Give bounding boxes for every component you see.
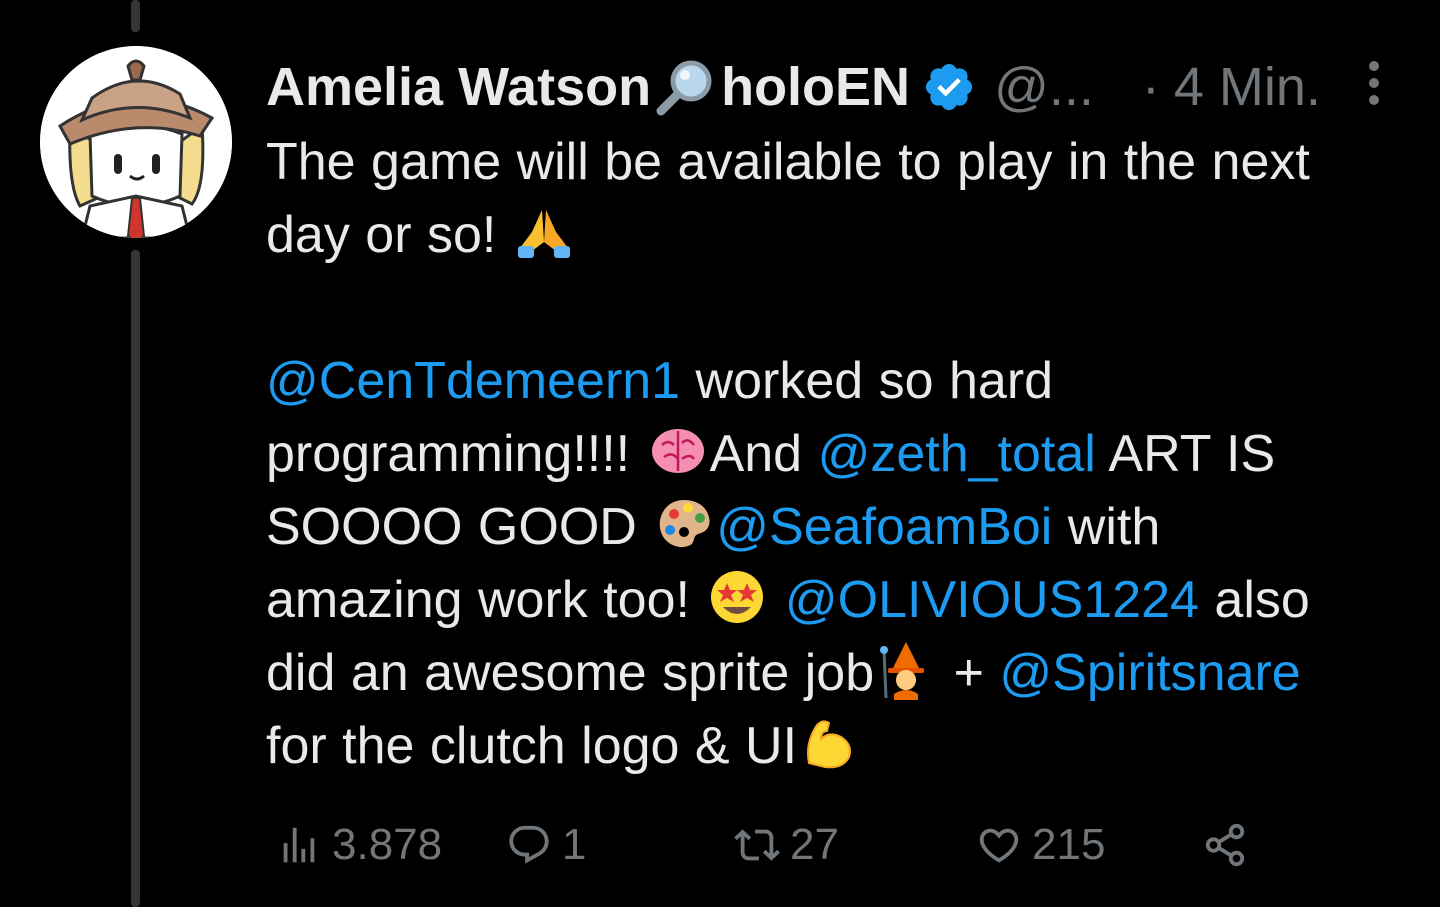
heart-icon xyxy=(979,828,1019,863)
tweet-text-segment: did an awesome sprite job xyxy=(266,644,875,702)
tweet-content: Amelia Watson holoEN @... · 4 Min. The g… xyxy=(266,52,1406,783)
tweet-text-segment: programming!!!! xyxy=(266,425,646,483)
mention-link[interactable]: @SeafoamBoi xyxy=(716,498,1052,556)
tweet-timestamp[interactable]: 4 Min. xyxy=(1174,52,1321,122)
reply-button[interactable]: 1 xyxy=(506,812,586,878)
tweet-actions: 3.878 1 27 215 xyxy=(276,812,1276,878)
tweet-text-segment: for the clutch logo & UI xyxy=(266,717,798,775)
mage-emoji xyxy=(876,640,936,700)
tweet-text-segment: And xyxy=(709,425,818,483)
like-count: 215 xyxy=(1032,820,1106,869)
like-button[interactable]: 215 xyxy=(976,812,1105,878)
tweet-text: The game will be available to play in th… xyxy=(266,126,1406,783)
retweet-icon xyxy=(734,829,780,861)
tweet-text-line: The game will be available to play in th… xyxy=(266,126,1406,199)
tweet-text-segment: SOOOO GOOD xyxy=(266,498,653,556)
tweet-text-segment: also xyxy=(1198,571,1310,629)
tweet-text-segment: worked so hard xyxy=(680,352,1054,410)
thread-line-top xyxy=(131,0,140,32)
retweet-count: 27 xyxy=(790,820,839,869)
author-handle[interactable]: @... xyxy=(994,52,1094,122)
verified-badge-icon xyxy=(926,63,973,111)
tweet-text-segment: with xyxy=(1052,498,1161,556)
more-options-icon[interactable] xyxy=(1359,58,1389,108)
thread-line-bottom xyxy=(131,250,140,907)
palette-emoji xyxy=(654,494,714,554)
tweet-text-segment xyxy=(769,571,784,629)
star-struck-emoji xyxy=(707,567,767,627)
reply-icon xyxy=(509,825,549,864)
separator-dot: · xyxy=(1141,57,1160,117)
tweet-text-line: for the clutch logo & UI xyxy=(266,710,1406,783)
tweet-text-segment: amazing work too! xyxy=(266,571,706,629)
share-icon xyxy=(1205,823,1245,867)
tweet-text-line: SOOOO GOOD @SeafoamBoi with xyxy=(266,491,1406,564)
avatar-image xyxy=(40,46,232,238)
tweet-text-line: amazing work too! @OLIVIOUS1224 also xyxy=(266,564,1406,637)
mention-link[interactable]: @OLIVIOUS1224 xyxy=(785,571,1199,629)
reply-count: 1 xyxy=(562,820,587,869)
mention-link[interactable]: @zeth_total xyxy=(818,425,1096,483)
brain-emoji xyxy=(648,421,708,481)
tweet-header: Amelia Watson holoEN @... · 4 Min. xyxy=(266,52,1406,122)
author-display-name[interactable]: Amelia Watson xyxy=(266,52,651,122)
retweet-button[interactable]: 27 xyxy=(734,812,839,878)
views-button[interactable]: 3.878 xyxy=(276,812,442,878)
share-button[interactable] xyxy=(1202,812,1258,878)
author-display-name-suffix[interactable]: holoEN xyxy=(721,52,910,122)
tweet-text-line: @CenTdemeern1 worked so hard xyxy=(266,345,1406,418)
avatar[interactable] xyxy=(40,46,232,238)
folded-hands-emoji xyxy=(514,202,574,262)
tweet-text-segment: day or so! xyxy=(266,206,512,264)
flexed-biceps-emoji xyxy=(799,713,859,773)
tweet-text-line: programming!!!! And @zeth_total ART IS xyxy=(266,418,1406,491)
tweet-text-line: day or so! xyxy=(266,199,1406,272)
views-count: 3.878 xyxy=(332,820,443,869)
tweet-text-segment: + xyxy=(938,644,1000,702)
magnifying-glass-icon xyxy=(656,60,712,116)
mention-link[interactable]: @Spiritsnare xyxy=(999,644,1300,702)
tweet-text-segment: The game will be available to play in th… xyxy=(266,133,1310,191)
tweet-text-line: did an awesome sprite job + @Spiritsnare xyxy=(266,637,1406,710)
mention-link[interactable]: @CenTdemeern1 xyxy=(266,352,680,410)
views-icon xyxy=(283,827,315,863)
tweet-text-segment: ART IS xyxy=(1095,425,1276,483)
